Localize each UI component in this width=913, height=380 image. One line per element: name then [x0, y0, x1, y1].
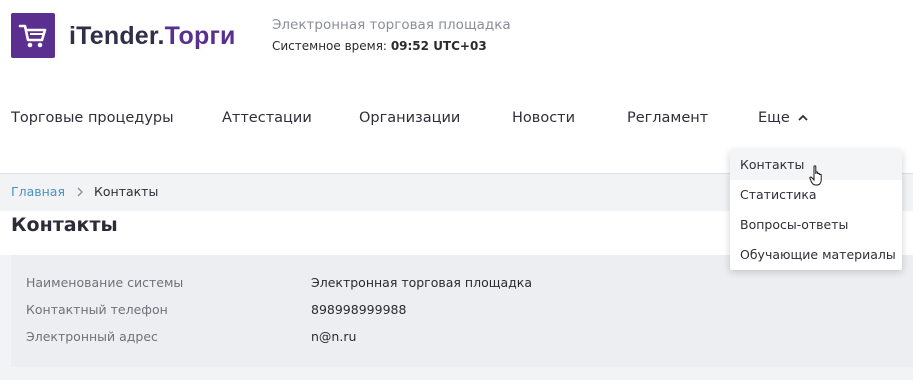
nav-item-more[interactable]: Еще: [758, 110, 808, 126]
menu-item-faq[interactable]: Вопросы-ответы: [730, 210, 902, 240]
nav-item-regulations[interactable]: Регламент: [627, 110, 708, 126]
system-time: Системное время: 09:52 UTC+03: [272, 39, 487, 53]
breadcrumb-home[interactable]: Главная: [11, 184, 65, 199]
nav-item-organizations[interactable]: Организации: [359, 110, 460, 126]
tagline: Электронная торговая площадка: [272, 17, 511, 33]
cart-icon: [18, 24, 47, 47]
contact-value-email: n@n.ru: [311, 329, 357, 344]
brand-part-1: iTender.: [69, 22, 165, 50]
nav-item-attestations[interactable]: Аттестации: [222, 110, 312, 126]
breadcrumb-current: Контакты: [94, 184, 159, 199]
nav-item-procedures[interactable]: Торговые процедуры: [11, 110, 174, 126]
system-time-label: Системное время:: [272, 39, 387, 53]
brand-name[interactable]: iTender.Торги: [69, 22, 236, 51]
contact-value-phone: 898998999988: [311, 302, 407, 317]
nav-item-news[interactable]: Новости: [512, 110, 575, 126]
contact-value-system: Электронная торговая площадка: [311, 275, 533, 290]
logo[interactable]: [11, 13, 55, 58]
menu-item-training[interactable]: Обучающие материалы: [730, 240, 902, 270]
system-time-value: 09:52 UTC+03: [390, 39, 487, 53]
page-title: Контакты: [11, 214, 118, 236]
chevron-up-icon: [798, 114, 808, 121]
brand-part-2: Торги: [164, 22, 236, 50]
nav-item-more-label: Еще: [758, 110, 790, 126]
contact-label-system: Наименование системы: [26, 275, 184, 290]
contact-label-email: Электронный адрес: [26, 329, 158, 344]
breadcrumb: Главная Контакты: [11, 184, 158, 199]
hand-cursor-icon: [809, 165, 822, 186]
contact-label-phone: Контактный телефон: [26, 302, 168, 317]
chevron-right-icon: [77, 187, 83, 196]
